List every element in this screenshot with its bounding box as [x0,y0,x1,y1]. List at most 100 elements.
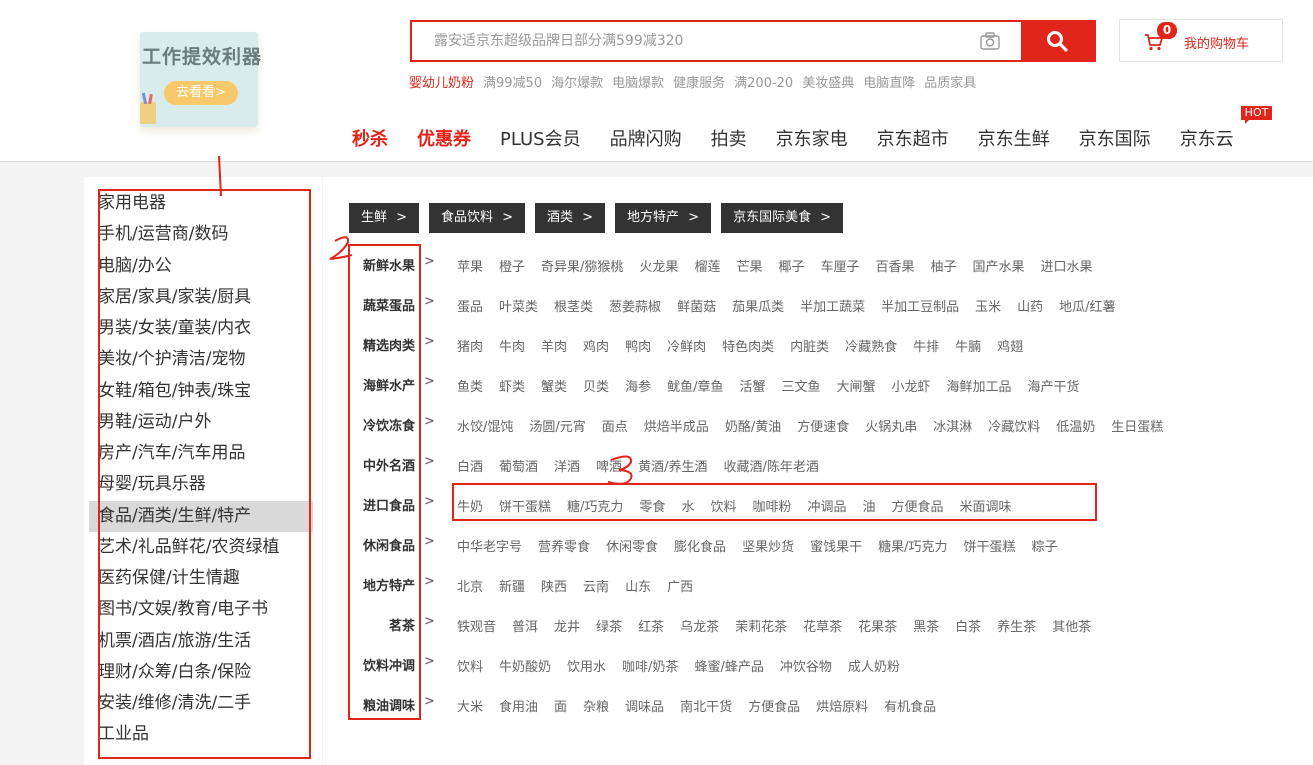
subcategory-link[interactable]: 黑茶 [913,616,939,635]
subcategory-link[interactable]: 玉米 [975,296,1001,315]
subcategory-title[interactable]: 中外名酒 [353,455,415,474]
category-item[interactable]: 家用电器 [89,188,313,219]
category-item[interactable]: 医药保健/计生情趣 [89,563,313,594]
subcategory-link[interactable]: 猪肉 [457,336,483,355]
subcategory-link[interactable]: 冷鲜肉 [667,336,706,355]
subcategory-link[interactable]: 花果茶 [858,616,897,635]
subcategory-link[interactable]: 火锅丸串 [865,416,917,435]
subcategory-link[interactable]: 云南 [583,576,609,595]
subcategory-link[interactable]: 芒果 [736,256,762,275]
subcategory-title[interactable]: 海鲜水产 [353,375,415,394]
subcategory-link[interactable]: 地瓜/红薯 [1059,296,1115,315]
subcategory-link[interactable]: 收藏酒/陈年老酒 [723,456,818,475]
subcategory-link[interactable]: 特色肉类 [722,336,774,355]
category-item[interactable]: 母婴/玩具乐器 [89,469,313,500]
hotword-link[interactable]: 品质家具 [924,72,976,91]
subcategory-link[interactable]: 烘焙半成品 [644,416,709,435]
subcategory-link[interactable]: 汤圆/元宵 [529,416,585,435]
nav-link[interactable]: PLUS会员 [500,125,581,151]
subcategory-title[interactable]: 休闲食品 [353,535,415,554]
subcategory-link[interactable]: 橙子 [499,256,525,275]
nav-link[interactable]: 京东云 [1180,125,1234,151]
search-input[interactable] [412,22,972,60]
subcategory-link[interactable]: 贝类 [583,376,609,395]
subcategory-link[interactable]: 零食 [639,496,665,515]
category-item[interactable]: 女鞋/箱包/钟表/珠宝 [89,376,313,407]
subcategory-link[interactable]: 牛奶 [457,496,483,515]
category-item[interactable]: 图书/文娱/教育/电子书 [89,594,313,625]
subcategory-link[interactable]: 面 [554,696,567,715]
subcategory-link[interactable]: 冲调品 [807,496,846,515]
subcategory-link[interactable]: 生日蛋糕 [1111,416,1163,435]
subcategory-link[interactable]: 蟹类 [541,376,567,395]
category-item[interactable]: 男装/女装/童装/内衣 [89,313,313,344]
subcategory-link[interactable]: 饮用水 [567,656,606,675]
subcategory-link[interactable]: 葱姜蒜椒 [609,296,661,315]
subcategory-link[interactable]: 葡萄酒 [499,456,538,475]
subcategory-link[interactable]: 羊肉 [541,336,567,355]
subcategory-link[interactable]: 红茶 [638,616,664,635]
hotword-link[interactable]: 满200-20 [734,72,793,91]
subcategory-link[interactable]: 铁观音 [457,616,496,635]
subcategory-link[interactable]: 糖/巧克力 [567,496,623,515]
nav-link[interactable]: 京东家电 [776,125,848,151]
subcategory-link[interactable]: 乌龙茶 [680,616,719,635]
subcategory-link[interactable]: 油 [863,496,876,515]
subcategory-link[interactable]: 冰淇淋 [933,416,972,435]
subcategory-link[interactable]: 龙井 [554,616,580,635]
subcategory-link[interactable]: 休闲零食 [606,536,658,555]
subcategory-link[interactable]: 鸭肉 [625,336,651,355]
hotword-link[interactable]: 海尔爆款 [551,72,603,91]
subcategory-link[interactable]: 饮料 [710,496,736,515]
subcategory-link[interactable]: 半加工豆制品 [881,296,959,315]
subcategory-link[interactable]: 杂粮 [583,696,609,715]
subcategory-link[interactable]: 半加工蔬菜 [800,296,865,315]
subcategory-link[interactable]: 啤酒 [596,456,622,475]
nav-link[interactable]: 拍卖 [711,125,747,151]
subcategory-link[interactable]: 方便食品 [892,496,944,515]
category-item[interactable]: 艺术/礼品鲜花/农资绿植 [89,532,313,563]
subcategory-link[interactable]: 中华老字号 [457,536,522,555]
channel-tab[interactable]: 酒类 > [535,203,606,233]
subcategory-title[interactable]: 茗茶 [353,615,415,634]
channel-tab[interactable]: 京东国际美食 > [721,203,844,233]
category-item[interactable]: 理财/众筹/白条/保险 [89,657,313,688]
subcategory-link[interactable]: 冷藏熟食 [845,336,897,355]
subcategory-link[interactable]: 活蟹 [739,376,765,395]
channel-tab[interactable]: 地方特产 > [615,203,712,233]
subcategory-link[interactable]: 陕西 [541,576,567,595]
subcategory-link[interactable]: 鸡翅 [997,336,1023,355]
subcategory-link[interactable]: 国产水果 [973,256,1025,275]
subcategory-link[interactable]: 烘焙原料 [816,696,868,715]
promo-banner[interactable]: 工作提效利器 去看看> [128,22,276,130]
subcategory-link[interactable]: 有机食品 [884,696,936,715]
subcategory-link[interactable]: 鲜菌菇 [677,296,716,315]
subcategory-link[interactable]: 坚果炒货 [742,536,794,555]
subcategory-link[interactable]: 绿茶 [596,616,622,635]
subcategory-link[interactable]: 内脏类 [790,336,829,355]
subcategory-link[interactable]: 虾类 [499,376,525,395]
subcategory-title[interactable]: 冷饮冻食 [353,415,415,434]
subcategory-link[interactable]: 方便食品 [748,696,800,715]
nav-link[interactable]: 京东生鲜 [978,125,1050,151]
category-item[interactable]: 机票/酒店/旅游/生活 [89,626,313,657]
subcategory-link[interactable]: 小龙虾 [892,376,931,395]
hotword-link[interactable]: 电脑爆款 [612,72,664,91]
camera-icon[interactable] [980,32,1000,50]
subcategory-link[interactable]: 营养零食 [538,536,590,555]
subcategory-link[interactable]: 咖啡粉 [752,496,791,515]
subcategory-link[interactable]: 方便速食 [797,416,849,435]
category-item[interactable]: 食品/酒类/生鲜/特产 [89,500,313,532]
subcategory-link[interactable]: 白酒 [457,456,483,475]
subcategory-link[interactable]: 水饺/馄饨 [457,416,513,435]
subcategory-link[interactable]: 海产干货 [1028,376,1080,395]
subcategory-link[interactable]: 山药 [1017,296,1043,315]
subcategory-link[interactable]: 蜂蜜/蜂产品 [694,656,763,675]
subcategory-link[interactable]: 水 [681,496,694,515]
channel-tab[interactable]: 食品饮料 > [429,203,526,233]
hotword-link[interactable]: 电脑直降 [863,72,915,91]
hotword-link[interactable]: 满99减50 [483,72,542,91]
subcategory-link[interactable]: 北京 [457,576,483,595]
subcategory-link[interactable]: 大米 [457,696,483,715]
subcategory-link[interactable]: 奇异果/猕猴桃 [541,256,623,275]
